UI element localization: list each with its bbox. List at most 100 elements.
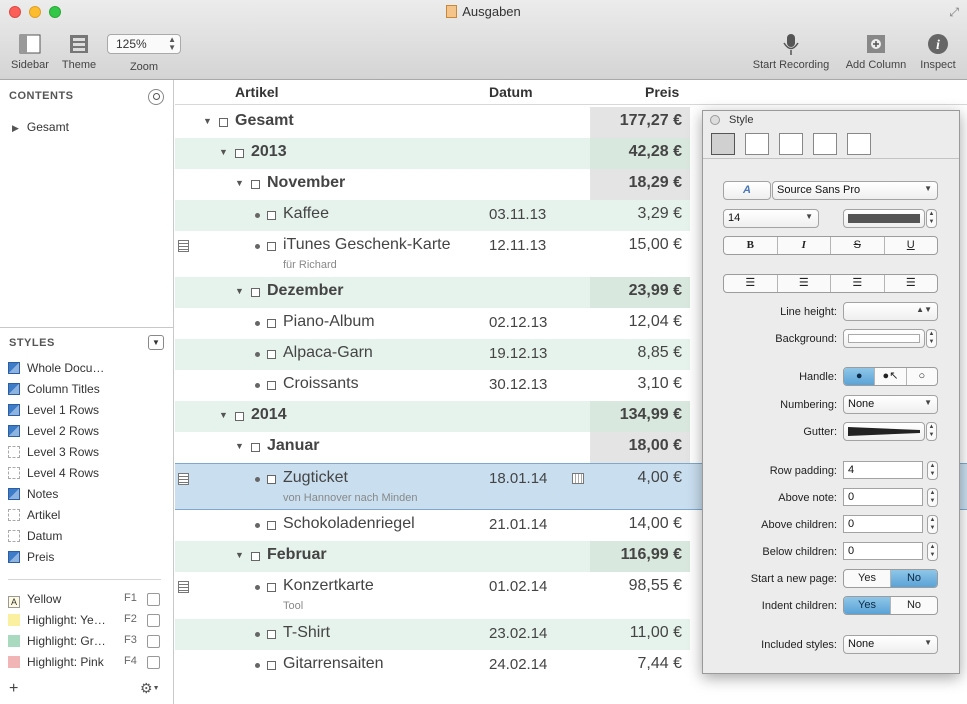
background-stepper[interactable]: ▲ ▼ (926, 329, 937, 348)
row-padding-stepper[interactable]: ▲ ▼ (927, 461, 938, 480)
align-left-icon[interactable]: ☰ (724, 275, 778, 292)
row-bullet[interactable] (255, 213, 260, 218)
below-children-field[interactable]: 0 (843, 542, 923, 560)
row-checkbox[interactable] (267, 350, 276, 359)
column-title-preis[interactable]: Preis (645, 84, 679, 100)
row-checkbox[interactable] (267, 475, 276, 484)
stepper-arrows-icon[interactable]: ▲ ▼ (168, 36, 176, 52)
row-bullet[interactable] (255, 383, 260, 388)
start-new-page-yes[interactable]: Yes (844, 570, 891, 587)
zoom-stepper[interactable]: 125% ▲ ▼ (107, 34, 181, 54)
row-checkbox[interactable] (267, 661, 276, 670)
font-family-popup[interactable]: Source Sans Pro ▼ (772, 181, 938, 200)
row-checkbox[interactable] (267, 583, 276, 592)
row-bullet[interactable] (255, 663, 260, 668)
highlight-item[interactable]: Highlight: Gr… (8, 634, 106, 648)
style-item[interactable]: Artikel (8, 508, 60, 522)
highlight-checkbox[interactable] (147, 614, 160, 627)
tab-style-icon[interactable] (711, 133, 735, 155)
style-item[interactable]: Datum (8, 529, 62, 543)
inspect-button[interactable]: i Inspect (916, 32, 960, 71)
add-column-button[interactable]: Add Column (840, 32, 912, 71)
outline-row[interactable]: ▼ Februar 116,99 € (175, 541, 690, 572)
disclosure-triangle-icon[interactable]: ▶ (12, 123, 19, 133)
add-icon[interactable]: + (9, 680, 18, 698)
highlight-item[interactable]: Highlight: Pink (8, 655, 104, 669)
theme-button[interactable]: Theme (58, 32, 100, 71)
row-bullet[interactable] (255, 352, 260, 357)
row-bullet[interactable] (255, 321, 260, 326)
tab-info-icon[interactable] (813, 133, 837, 155)
above-children-stepper[interactable]: ▲ ▼ (927, 515, 938, 534)
disclosure-triangle-icon[interactable]: ▼ (235, 441, 244, 451)
text-color-well[interactable] (843, 209, 925, 228)
outline-row[interactable]: Alpaca-Garn 19.12.13 8,85 € (175, 339, 690, 370)
row-checkbox[interactable] (267, 381, 276, 390)
highlight-item[interactable]: A Yellow (8, 592, 61, 608)
note-icon[interactable] (178, 581, 189, 593)
row-padding-field[interactable]: 4 (843, 461, 923, 479)
align-right-icon[interactable]: ☰ (831, 275, 885, 292)
line-height-popup[interactable]: ▲▼ (843, 302, 938, 321)
note-icon[interactable] (178, 240, 189, 252)
row-checkbox[interactable] (251, 288, 260, 297)
fullscreen-icon[interactable]: ⤢ (949, 5, 959, 20)
outline-row[interactable]: ▼ 2013 42,28 € (175, 138, 690, 169)
background-color-well[interactable] (843, 329, 925, 348)
tab-columns-icon[interactable] (745, 133, 769, 155)
disclosure-triangle-icon[interactable]: ▼ (219, 147, 228, 157)
handle-none-icon[interactable]: ○ (907, 368, 937, 385)
row-checkbox[interactable] (251, 443, 260, 452)
font-size-combo[interactable]: 14 ▼ (723, 209, 819, 228)
row-checkbox[interactable] (251, 180, 260, 189)
outline-row[interactable]: ▼ Gesamt 177,27 € (175, 107, 690, 138)
outline-row[interactable]: ▼ Dezember 23,99 € (175, 277, 690, 308)
style-item[interactable]: Column Titles (8, 382, 100, 396)
outline-row[interactable]: iTunes Geschenk-Karte für Richard 12.11.… (175, 231, 690, 277)
style-item[interactable]: Preis (8, 550, 54, 564)
style-item[interactable]: Whole Docu… (8, 361, 104, 375)
row-checkbox[interactable] (267, 521, 276, 530)
handle-arrow-icon[interactable]: ●↖ (875, 368, 907, 385)
sidebar-button[interactable]: Sidebar (8, 32, 52, 71)
outline-row[interactable]: Piano-Album 02.12.13 12,04 € (175, 308, 690, 339)
outline-row[interactable]: T-Shirt 23.02.14 11,00 € (175, 619, 690, 650)
tab-rows-icon[interactable] (779, 133, 803, 155)
row-bullet[interactable] (255, 477, 260, 482)
contents-tree-item[interactable]: ▶ Gesamt (12, 120, 69, 134)
highlight-item[interactable]: Highlight: Ye… (8, 613, 106, 627)
styles-menu-button[interactable]: ▼ (148, 335, 164, 350)
search-icon[interactable] (148, 89, 164, 105)
numbering-popup[interactable]: None ▼ (843, 395, 938, 414)
highlight-checkbox[interactable] (147, 656, 160, 669)
outline-row[interactable]: Konzertkarte Tool 01.02.14 98,55 € (175, 572, 690, 619)
gear-icon[interactable]: ⚙▼ (140, 680, 160, 697)
style-item[interactable]: Notes (8, 487, 58, 501)
row-checkbox[interactable] (267, 242, 276, 251)
highlight-checkbox[interactable] (147, 635, 160, 648)
outline-row[interactable]: ▼ 2014 134,99 € (175, 401, 690, 432)
align-center-icon[interactable]: ☰ (778, 275, 831, 292)
row-bullet[interactable] (255, 244, 260, 249)
above-note-stepper[interactable]: ▲ ▼ (927, 488, 938, 507)
column-title-artikel[interactable]: Artikel (235, 84, 279, 100)
row-checkbox[interactable] (235, 412, 244, 421)
disclosure-triangle-icon[interactable]: ▼ (219, 410, 228, 420)
style-item[interactable]: Level 2 Rows (8, 424, 99, 438)
outline-row[interactable]: ▼ Januar 18,00 € (175, 432, 690, 463)
text-color-stepper[interactable]: ▲ ▼ (926, 209, 937, 228)
column-title-datum[interactable]: Datum (489, 84, 533, 100)
highlight-checkbox[interactable] (147, 593, 160, 606)
font-color-icon[interactable]: A (723, 181, 771, 200)
indent-children-no[interactable]: No (891, 597, 937, 614)
disclosure-triangle-icon[interactable]: ▼ (235, 286, 244, 296)
row-bullet[interactable] (255, 585, 260, 590)
outline-row[interactable]: Schokoladenriegel 21.01.14 14,00 € (175, 510, 690, 541)
row-bullet[interactable] (255, 632, 260, 637)
style-item[interactable]: Level 3 Rows (8, 445, 99, 459)
start-recording-button[interactable]: Start Recording (748, 32, 834, 71)
italic-button[interactable]: I (778, 237, 831, 254)
indent-children-yes[interactable]: Yes (844, 597, 891, 614)
style-item[interactable]: Level 1 Rows (8, 403, 99, 417)
outline-row[interactable]: Croissants 30.12.13 3,10 € (175, 370, 690, 401)
